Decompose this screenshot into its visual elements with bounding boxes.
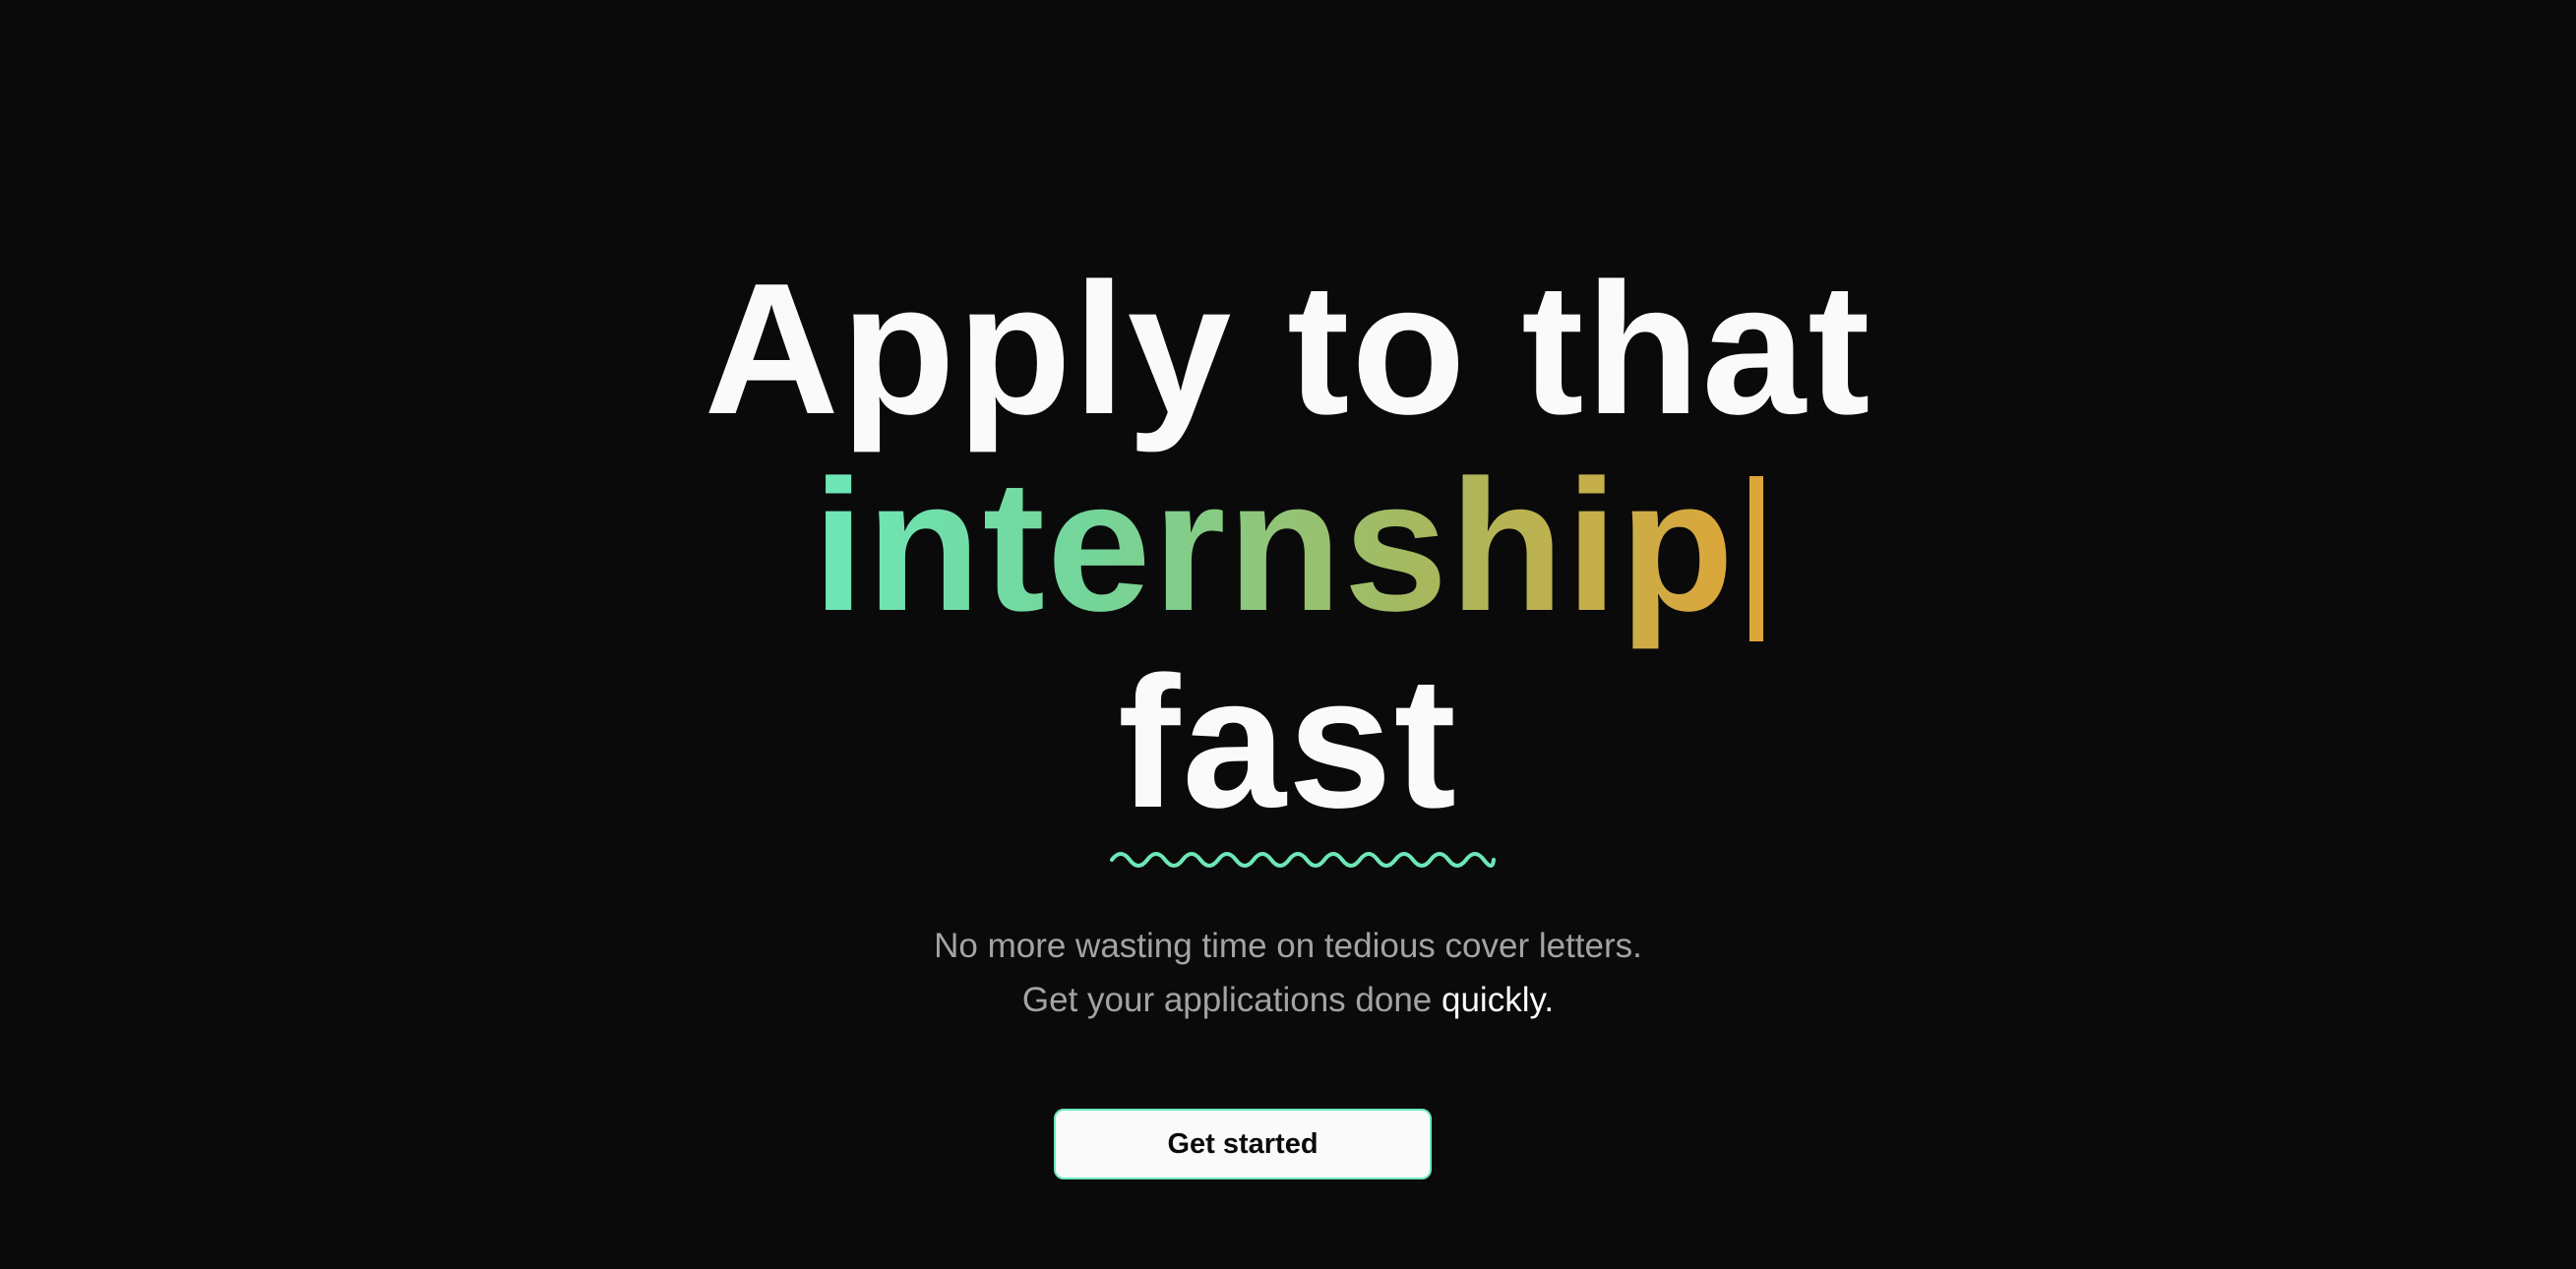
subtitle-line-2-text: Get your applications done [1021, 981, 1441, 1019]
headline-line-1: Apply to that [704, 245, 1872, 453]
headline-line-3: fast [0, 644, 2576, 868]
get-started-button[interactable]: Get started [1054, 1109, 1432, 1179]
typed-word: internship [812, 442, 1737, 650]
squiggle-underline-icon [1110, 852, 1497, 868]
subtitle-line-2: Get your applications done quickly. [0, 973, 2576, 1027]
hero-section: Apply to that internship fast [0, 245, 2576, 868]
typing-caret [1749, 476, 1764, 641]
subtitle-line-1: No more wasting time on tedious cover le… [934, 927, 1642, 965]
emphasis-word: fast [1118, 638, 1458, 847]
hero-subtitle: No more wasting time on tedious cover le… [0, 919, 2576, 1027]
landing-page: Apply to that internship fast No more wa… [0, 0, 2576, 1269]
subtitle-highlight: quickly. [1441, 981, 1555, 1019]
emphasis-word-wrap: fast [1110, 644, 1497, 868]
headline-line-2: internship [0, 448, 2576, 644]
hero-headline: Apply to that internship fast [0, 245, 2576, 868]
